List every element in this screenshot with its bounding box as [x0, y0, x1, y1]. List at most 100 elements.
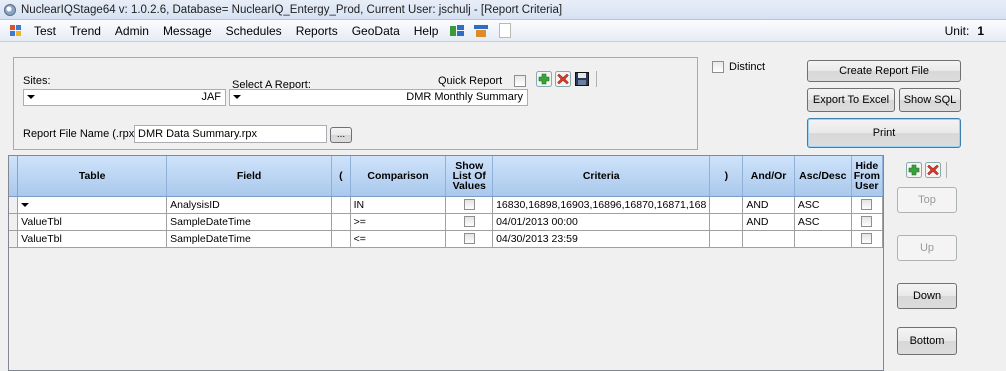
report-dropdown[interactable]: DMR Monthly Summary [229, 89, 528, 106]
hide-from-user-cell[interactable] [851, 230, 883, 248]
open-paren-cell[interactable] [331, 213, 351, 231]
move-bottom-button[interactable]: Bottom [897, 327, 957, 355]
distinct-checkbox[interactable] [712, 61, 724, 73]
show-list-checkbox[interactable] [463, 199, 475, 211]
menu-trend[interactable]: Trend [63, 20, 108, 42]
col-header-close-paren[interactable]: ) [709, 156, 744, 197]
menu-geodata[interactable]: GeoData [345, 20, 407, 42]
show-list-cell[interactable] [445, 213, 494, 231]
comparison-cell[interactable]: IN [350, 196, 447, 214]
menu-reports[interactable]: Reports [289, 20, 345, 42]
close-paren-cell[interactable] [709, 213, 744, 231]
criteria-cell[interactable]: 16830,16898,16903,16896,16870,16871,168 [492, 196, 711, 214]
open-paren-cell[interactable] [331, 230, 351, 248]
menu-admin[interactable]: Admin [108, 20, 156, 42]
col-header-criteria[interactable]: Criteria [492, 156, 711, 197]
comparison-cell[interactable]: >= [350, 213, 447, 231]
move-top-button[interactable]: Top [897, 187, 957, 213]
menu-schedules[interactable]: Schedules [219, 20, 289, 42]
col-header-table[interactable]: Table [17, 156, 168, 197]
row-header[interactable] [9, 196, 19, 214]
menu-bar: Test Trend Admin Message Schedules Repor… [0, 20, 1006, 42]
field-cell[interactable]: SampleDateTime [166, 230, 333, 248]
move-up-button[interactable]: Up [897, 235, 957, 261]
table-row[interactable]: ValueTbl SampleDateTime >= 04/01/2013 00… [9, 213, 883, 231]
menu-test[interactable]: Test [27, 20, 63, 42]
table-cell[interactable]: ValueTbl [17, 213, 168, 231]
unit-indicator: Unit: 1 [945, 20, 984, 42]
toolbar-separator [596, 71, 597, 87]
report-value: DMR Monthly Summary [406, 91, 523, 103]
and-or-cell[interactable]: AND [742, 196, 795, 214]
col-header-hide-from-user[interactable]: Hide From User [851, 156, 883, 197]
col-header-show-list[interactable]: Show List Of Values [445, 156, 494, 197]
close-paren-cell[interactable] [709, 196, 744, 214]
add-icon[interactable] [536, 71, 552, 87]
sites-dropdown[interactable]: JAF [23, 89, 226, 106]
and-or-cell[interactable]: AND [742, 213, 795, 231]
hide-from-user-cell[interactable] [851, 213, 883, 231]
file-name-input[interactable]: DMR Data Summary.rpx [134, 125, 327, 143]
sites-label: Sites: [23, 75, 51, 87]
field-cell[interactable]: AnalysisID [166, 196, 333, 214]
show-list-checkbox[interactable] [463, 233, 475, 245]
hide-from-user-checkbox[interactable] [861, 233, 873, 245]
table-row[interactable]: AnalysisID IN 16830,16898,16903,16896,16… [9, 196, 883, 214]
hide-from-user-checkbox[interactable] [861, 199, 873, 211]
col-header-field[interactable]: Field [166, 156, 333, 197]
unit-label: Unit: [944, 24, 970, 38]
open-paren-cell[interactable] [331, 196, 351, 214]
chevron-down-icon[interactable] [21, 202, 30, 207]
close-paren-cell[interactable] [709, 230, 744, 248]
col-header-open-paren[interactable]: ( [331, 156, 351, 197]
browse-button[interactable]: ... [330, 127, 352, 143]
cascade-windows-icon[interactable] [473, 23, 489, 38]
side-toolbar-separator [946, 162, 947, 178]
hide-from-user-cell[interactable] [851, 196, 883, 214]
criteria-grid: Table Field ( Comparison Show List Of Va… [8, 155, 884, 371]
asc-desc-cell[interactable]: ASC [794, 196, 852, 214]
asc-desc-cell[interactable] [794, 230, 852, 248]
hide-from-user-checkbox[interactable] [861, 216, 873, 228]
and-or-cell[interactable] [742, 230, 795, 248]
chevron-down-icon [233, 95, 241, 100]
table-row[interactable]: ValueTbl SampleDateTime <= 04/30/2013 23… [9, 230, 883, 248]
show-list-cell[interactable] [445, 196, 494, 214]
show-sql-button[interactable]: Show SQL [899, 88, 961, 112]
grid-header-row: Table Field ( Comparison Show List Of Va… [9, 156, 883, 197]
window-title: NuclearIQStage64 v: 1.0.2.6, Database= N… [21, 3, 563, 16]
quick-report-checkbox[interactable] [514, 75, 526, 87]
asc-desc-cell[interactable]: ASC [794, 213, 852, 231]
export-to-excel-button[interactable]: Export To Excel [807, 88, 895, 112]
row-header[interactable] [9, 230, 19, 248]
menu-help[interactable]: Help [407, 20, 446, 42]
unit-value: 1 [977, 24, 984, 38]
move-down-button[interactable]: Down [897, 283, 957, 309]
col-header-comparison[interactable]: Comparison [350, 156, 447, 197]
criteria-cell[interactable]: 04/30/2013 23:59 [492, 230, 711, 248]
print-button[interactable]: Print [807, 118, 961, 148]
col-header-and-or[interactable]: And/Or [742, 156, 795, 197]
row-header-corner [9, 156, 19, 197]
mdi-window-icon[interactable] [10, 24, 23, 37]
criteria-table: Table Field ( Comparison Show List Of Va… [9, 156, 883, 248]
app-icon [4, 3, 16, 16]
menu-message[interactable]: Message [156, 20, 219, 42]
col-header-asc-desc[interactable]: Asc/Desc [794, 156, 852, 197]
field-cell[interactable]: SampleDateTime [166, 213, 333, 231]
delete-row-icon[interactable] [925, 162, 941, 178]
create-report-file-button[interactable]: Create Report File [807, 60, 961, 82]
delete-icon[interactable] [555, 71, 571, 87]
show-list-checkbox[interactable] [463, 216, 475, 228]
tile-windows-icon[interactable] [449, 23, 465, 38]
table-cell[interactable]: ValueTbl [17, 230, 168, 248]
criteria-cell[interactable]: 04/01/2013 00:00 [492, 213, 711, 231]
add-row-icon[interactable] [906, 162, 922, 178]
comparison-cell[interactable]: <= [350, 230, 447, 248]
chevron-down-icon [27, 95, 35, 100]
save-icon[interactable] [574, 71, 590, 87]
table-cell[interactable] [17, 196, 168, 214]
blank-document-icon[interactable] [497, 23, 513, 38]
row-header[interactable] [9, 213, 19, 231]
show-list-cell[interactable] [445, 230, 494, 248]
